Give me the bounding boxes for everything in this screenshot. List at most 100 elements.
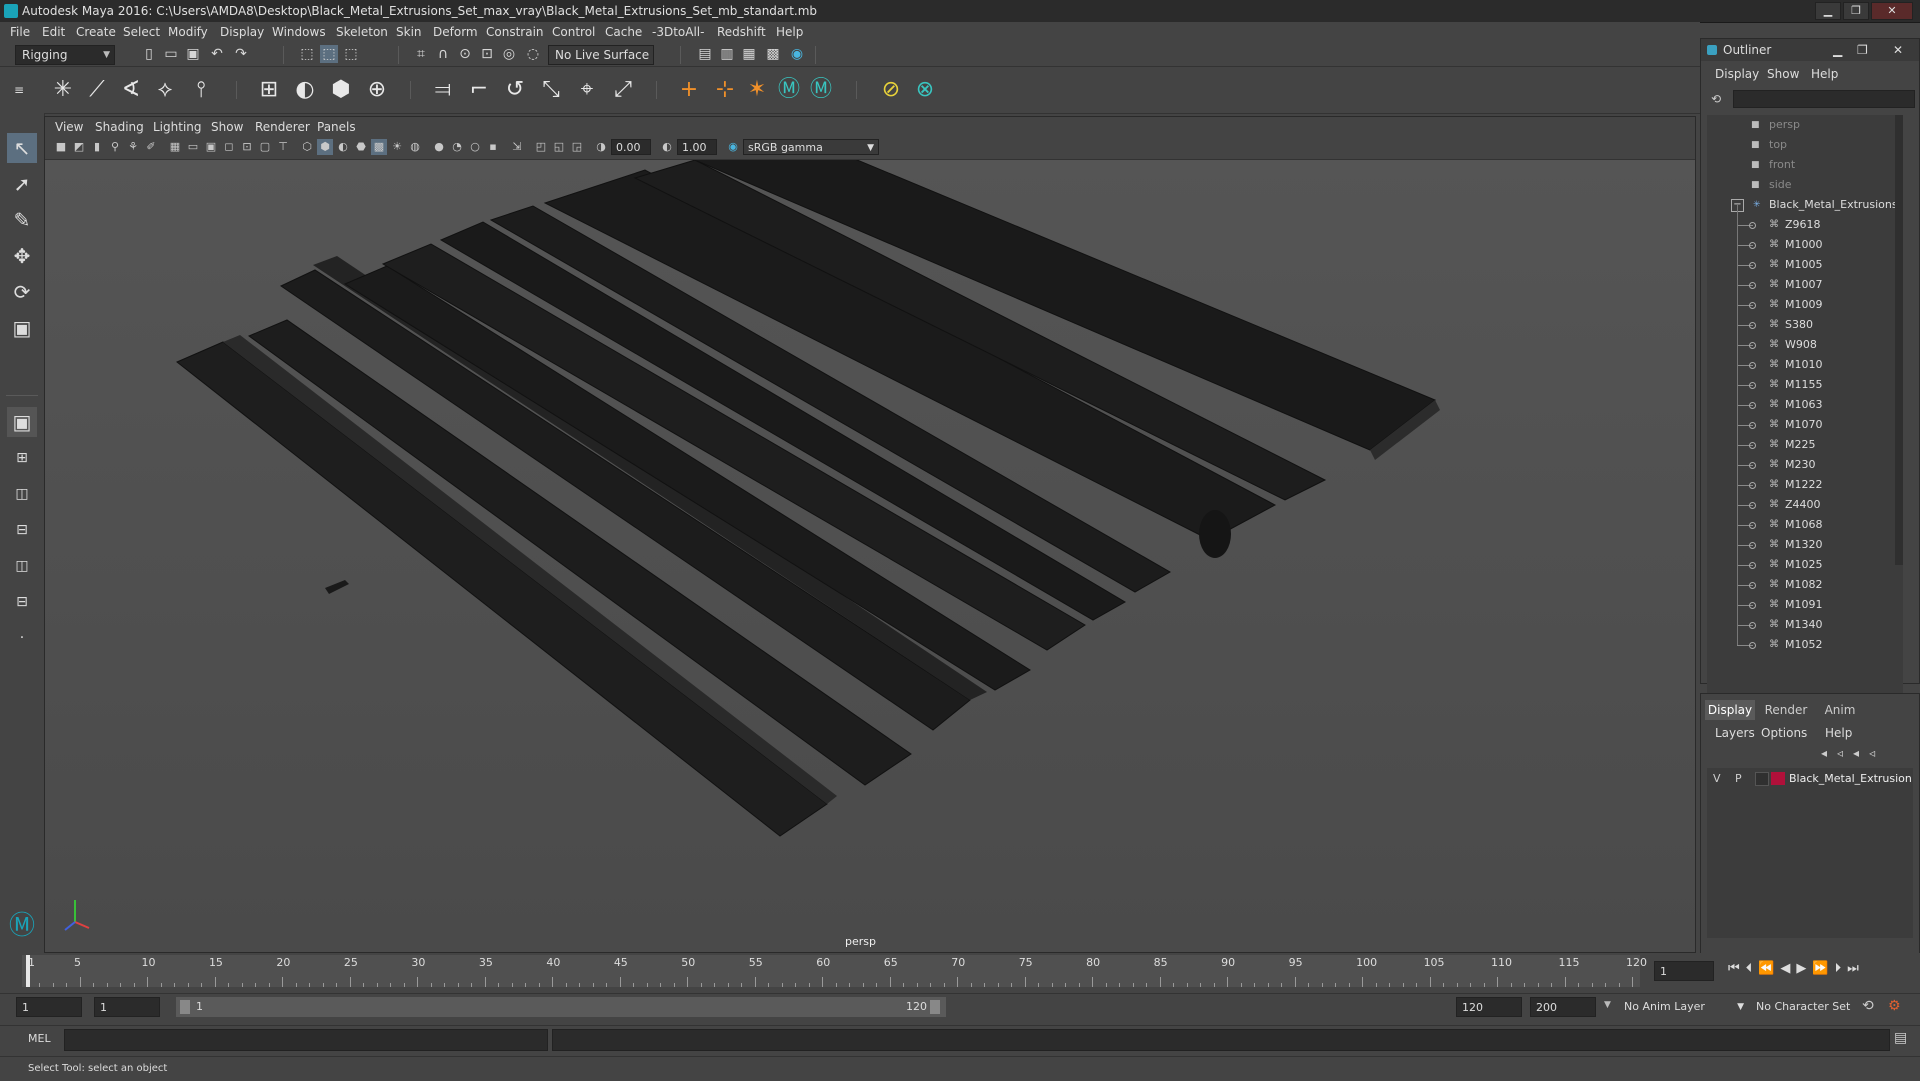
expand-dot-icon[interactable] xyxy=(1749,582,1756,589)
range-start-handle[interactable] xyxy=(180,1000,190,1014)
grease-pencil-icon[interactable]: ✐ xyxy=(143,139,159,155)
animation-prefs-icon[interactable]: ⚙ xyxy=(1888,998,1901,1014)
point-constraint-icon[interactable]: ⌐ xyxy=(464,75,494,105)
expand-dot-icon[interactable] xyxy=(1749,302,1756,309)
shadows-icon[interactable]: ◍ xyxy=(407,139,423,155)
rotate-tool-icon[interactable]: ⟳ xyxy=(7,277,37,307)
anim-layer-dropdown[interactable]: No Anim Layer ▼ xyxy=(1624,998,1744,1016)
snap-point-icon[interactable]: ⊙ xyxy=(456,45,474,63)
bookmark-icon[interactable]: ▮ xyxy=(89,139,105,155)
outliner-menu-show[interactable]: Show xyxy=(1767,67,1799,81)
xray-joints-icon[interactable]: ◱ xyxy=(551,139,567,155)
image-plane-icon[interactable]: ⚲ xyxy=(107,139,123,155)
expand-dot-icon[interactable] xyxy=(1749,342,1756,349)
resolution-gate-icon[interactable]: ▣ xyxy=(203,139,219,155)
menu-cache[interactable]: Cache xyxy=(605,25,642,39)
grid-icon[interactable]: ▦ xyxy=(167,139,183,155)
menu-deform[interactable]: Deform xyxy=(433,25,478,39)
animation-start-field[interactable]: 1 xyxy=(16,997,82,1017)
two-view-layout-icon[interactable]: ◫ xyxy=(7,479,37,509)
scale-tool-icon[interactable]: ▣ xyxy=(7,313,37,343)
play-forward-icon[interactable]: ▶ xyxy=(1796,961,1812,976)
camera-icon[interactable]: ■ xyxy=(53,139,69,155)
outliner-camera-item[interactable]: ■ persp xyxy=(1707,115,1903,135)
select-by-object-icon[interactable]: ⬚ xyxy=(320,45,338,63)
mirror-joint-icon[interactable]: ⫯ xyxy=(186,75,216,105)
colorspace-dropdown[interactable]: sRGB gamma ▼ xyxy=(743,139,879,155)
menu-skin[interactable]: Skin xyxy=(396,25,422,39)
cluster-icon[interactable]: ⊕ xyxy=(362,75,392,105)
save-scene-icon[interactable]: ▣ xyxy=(184,45,202,63)
vp-menu-renderer[interactable]: Renderer xyxy=(255,120,310,134)
paint-weights-icon[interactable]: ◐ xyxy=(290,75,320,105)
expand-dot-icon[interactable] xyxy=(1749,222,1756,229)
close-button[interactable]: ✕ xyxy=(1871,2,1913,20)
chevron-down-icon[interactable]: ▼ xyxy=(1604,1000,1611,1010)
menu-help[interactable]: Help xyxy=(776,25,803,39)
vp-menu-show[interactable]: Show xyxy=(211,120,243,134)
orient-constraint-icon[interactable]: ↺ xyxy=(500,75,530,105)
flat-shade-icon[interactable]: ◐ xyxy=(335,139,351,155)
single-view-layout-icon[interactable]: ▣ xyxy=(7,407,37,437)
layer-menu-help[interactable]: Help xyxy=(1825,726,1852,740)
tab-render[interactable]: Render xyxy=(1761,700,1811,720)
playback-start-field[interactable]: 1 xyxy=(94,997,160,1017)
range-end-handle[interactable] xyxy=(930,1000,940,1014)
expand-dot-icon[interactable] xyxy=(1749,242,1756,249)
auto-key-icon[interactable]: ⟲ xyxy=(1862,998,1874,1014)
hypershade-layout-icon[interactable]: ⊟ xyxy=(7,587,37,617)
expand-dot-icon[interactable] xyxy=(1749,482,1756,489)
ipr-render-icon[interactable]: ▥ xyxy=(718,45,736,63)
expand-dot-icon[interactable] xyxy=(1749,442,1756,449)
menu-edit[interactable]: Edit xyxy=(42,25,65,39)
outliner-camera-item[interactable]: ■ side xyxy=(1707,175,1903,195)
gamma-icon[interactable]: ◐ xyxy=(659,139,675,155)
four-view-layout-icon[interactable]: ⊞ xyxy=(7,443,37,473)
expand-dot-icon[interactable] xyxy=(1749,322,1756,329)
outliner-menu-help[interactable]: Help xyxy=(1811,67,1838,81)
skeleton-icon[interactable]: ✶ xyxy=(742,75,772,105)
create-rig-icon[interactable]: ⊹ xyxy=(710,75,740,105)
menu-create[interactable]: Create xyxy=(76,25,116,39)
use-all-lights-icon[interactable]: ☀ xyxy=(389,139,405,155)
snap-live-icon[interactable]: ◌ xyxy=(524,45,542,63)
outliner-filter-input[interactable] xyxy=(1733,90,1915,108)
go-to-end-icon[interactable]: ⏭ xyxy=(1847,961,1865,976)
expand-dot-icon[interactable] xyxy=(1749,542,1756,549)
current-time-marker[interactable] xyxy=(26,955,30,987)
expand-dot-icon[interactable] xyxy=(1749,382,1756,389)
menu-windows[interactable]: Windows xyxy=(272,25,326,39)
expand-dot-icon[interactable] xyxy=(1749,462,1756,469)
open-scene-icon[interactable]: ▭ xyxy=(162,45,180,63)
undo-icon[interactable]: ↶ xyxy=(208,45,226,63)
move-tool-icon[interactable]: ✥ xyxy=(7,241,37,271)
layer-color-swatch[interactable] xyxy=(1771,772,1785,785)
expand-dot-icon[interactable] xyxy=(1749,622,1756,629)
scale-constraint-icon[interactable]: ⤡ xyxy=(536,75,566,105)
menu-select[interactable]: Select xyxy=(123,25,160,39)
expand-dot-icon[interactable] xyxy=(1749,402,1756,409)
custom-layout-icon[interactable]: · xyxy=(7,623,37,653)
outliner-camera-item[interactable]: ■ front xyxy=(1707,155,1903,175)
menu-redshift[interactable]: Redshift xyxy=(717,25,766,39)
minimize-button[interactable]: ▁ xyxy=(1815,2,1841,20)
graph-layout-icon[interactable]: ◫ xyxy=(7,551,37,581)
step-forward-icon[interactable]: ⏵ xyxy=(1835,961,1848,976)
safe-action-icon[interactable]: ▢ xyxy=(257,139,273,155)
film-gate-icon[interactable]: ▭ xyxy=(185,139,201,155)
textured-icon[interactable]: ▩ xyxy=(371,139,387,155)
quick-rig-icon[interactable]: Ⓜ xyxy=(806,75,836,105)
step-back-key-icon[interactable]: ⏪ xyxy=(1758,961,1780,976)
exposure-field[interactable]: 0.00 xyxy=(611,139,651,155)
layer-list[interactable]: V P Black_Metal_Extrusion xyxy=(1707,768,1913,938)
lattice-icon[interactable]: ⬢ xyxy=(326,75,356,105)
expand-dot-icon[interactable] xyxy=(1749,362,1756,369)
tab-display[interactable]: Display xyxy=(1705,700,1755,720)
blend-shape-icon[interactable]: ⊘ xyxy=(876,75,906,105)
time-slider-track[interactable]: 1 5 10 15 20 25 30 35 40 45 50 55 60 65 70 75 80 85 90 95 10… xyxy=(22,955,1647,987)
vp-menu-panels[interactable]: Panels xyxy=(317,120,356,134)
xray-components-icon[interactable]: ◲ xyxy=(569,139,585,155)
snap-surface-icon[interactable]: ◎ xyxy=(500,45,518,63)
camera-attributes-icon[interactable]: ◩ xyxy=(71,139,87,155)
snap-curve-icon[interactable]: ∩ xyxy=(434,45,452,63)
